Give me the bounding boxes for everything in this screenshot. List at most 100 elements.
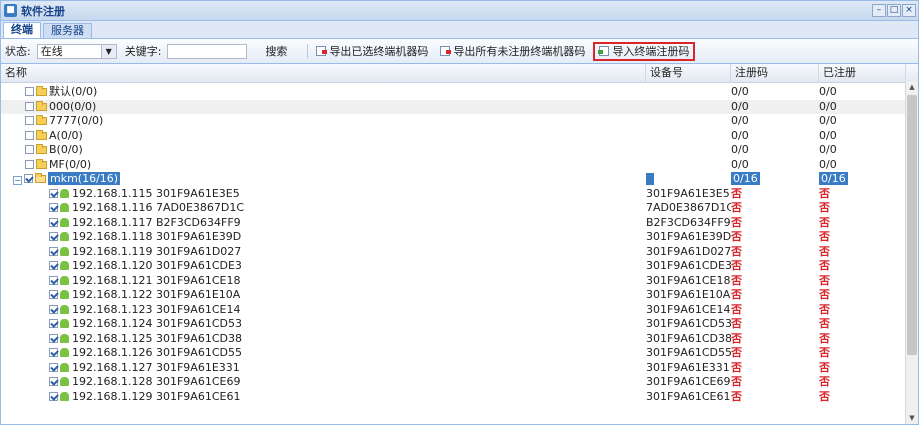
scroll-down-icon[interactable]: ▼ bbox=[906, 412, 918, 424]
code-cell: 否 bbox=[731, 215, 742, 229]
device-cell: 7AD0E3867D1C bbox=[646, 201, 731, 214]
checkbox[interactable] bbox=[49, 275, 58, 285]
registered-cell: 否 bbox=[819, 302, 830, 316]
minimize-icon[interactable]: – bbox=[872, 4, 886, 17]
export-icon bbox=[440, 46, 452, 56]
checkbox[interactable] bbox=[49, 319, 58, 328]
device-row[interactable]: 192.168.1.119 301F9A61D027 301F9A61D027 否否 bbox=[1, 245, 906, 259]
group-row[interactable]: 7777(0/0) 0/0 0/0 bbox=[1, 114, 906, 128]
export-selected-button[interactable]: 导出已选终端机器码 bbox=[312, 42, 432, 60]
device-row[interactable]: 192.168.1.122 301F9A61E10A 301F9A61E10A 否否 bbox=[1, 288, 906, 302]
device-cell: 301F9A61CDE3 bbox=[646, 259, 731, 272]
registered-cell: 0/0 bbox=[819, 157, 837, 171]
android-icon bbox=[60, 290, 69, 299]
device-row[interactable]: 192.168.1.115 301F9A61E3E5 301F9A61E3E5 否否 bbox=[1, 187, 906, 201]
device-name-cell: 192.168.1.123 301F9A61CE14 bbox=[1, 303, 694, 317]
checkbox[interactable] bbox=[49, 232, 58, 241]
group-row[interactable]: B(0/0) 0/0 0/0 bbox=[1, 143, 906, 157]
scroll-up-icon[interactable]: ▲ bbox=[906, 81, 918, 93]
registered-cell: 否 bbox=[819, 244, 830, 258]
group-name: B(0/0) bbox=[49, 143, 83, 156]
device-name-cell: 192.168.1.124 301F9A61CD53 bbox=[1, 317, 694, 331]
checkbox[interactable] bbox=[49, 362, 58, 372]
code-cell: 否 bbox=[731, 244, 742, 258]
code-cell: 0/0 bbox=[731, 157, 749, 171]
column-header-name[interactable]: 名称 bbox=[1, 64, 646, 82]
registered-cell: 否 bbox=[819, 389, 830, 403]
group-row-expanded[interactable]: − mkm(16/16) 0/16 0/16 bbox=[1, 172, 906, 186]
chevron-down-icon[interactable]: ▼ bbox=[100, 44, 116, 58]
search-button[interactable]: 搜索 bbox=[261, 42, 291, 60]
folder-icon bbox=[36, 86, 47, 96]
device-row[interactable]: 192.168.1.128 301F9A61CE69 301F9A61CE69 否否 bbox=[1, 375, 906, 389]
registered-cell: 否 bbox=[819, 273, 830, 287]
tab-terminal[interactable]: 终端 bbox=[3, 22, 41, 38]
checkbox[interactable] bbox=[25, 87, 34, 96]
registered-value: 0/16 bbox=[819, 172, 848, 185]
checkbox[interactable] bbox=[49, 203, 58, 212]
group-row[interactable]: A(0/0) 0/0 0/0 bbox=[1, 129, 906, 143]
device-row[interactable]: 192.168.1.124 301F9A61CD53 301F9A61CD53 否否 bbox=[1, 317, 906, 331]
maximize-icon[interactable]: □ bbox=[887, 4, 901, 17]
checkbox[interactable] bbox=[49, 333, 58, 343]
group-name: 000(0/0) bbox=[49, 99, 97, 113]
column-header-code[interactable]: 注册码 bbox=[731, 64, 819, 82]
keyword-label: 关键字: bbox=[124, 45, 162, 58]
checkbox[interactable] bbox=[24, 174, 33, 183]
code-cell: 0/0 bbox=[731, 114, 749, 127]
import-registration-button[interactable]: 导入终端注册码 bbox=[593, 41, 696, 61]
device-row[interactable]: 192.168.1.127 301F9A61E331 301F9A61E331 否否 bbox=[1, 361, 906, 375]
checkbox[interactable] bbox=[49, 391, 58, 401]
device-row[interactable]: 192.168.1.123 301F9A61CE14 301F9A61CE14 否否 bbox=[1, 303, 906, 317]
checkbox[interactable] bbox=[25, 145, 34, 154]
device-row[interactable]: 192.168.1.125 301F9A61CD38 301F9A61CD38 否否 bbox=[1, 332, 906, 346]
collapse-icon[interactable]: − bbox=[13, 176, 22, 185]
export-unregistered-button[interactable]: 导出所有未注册终端机器码 bbox=[436, 42, 589, 60]
checkbox[interactable] bbox=[25, 130, 34, 140]
import-registration-label: 导入终端注册码 bbox=[612, 45, 690, 58]
device-row[interactable]: 192.168.1.117 B2F3CD634FF9 B2F3CD634FF9 否否 bbox=[1, 216, 906, 230]
device-name: 192.168.1.120 301F9A61CDE3 bbox=[72, 259, 242, 272]
column-header-registered[interactable]: 已注册 bbox=[819, 64, 906, 82]
device-row[interactable]: 192.168.1.118 301F9A61E39D 301F9A61E39D 否否 bbox=[1, 230, 906, 244]
device-cell bbox=[646, 158, 731, 172]
registered-cell: 0/0 bbox=[819, 85, 837, 98]
device-name-cell: 192.168.1.127 301F9A61E331 bbox=[1, 361, 694, 375]
checkbox[interactable] bbox=[49, 246, 58, 256]
device-row[interactable]: 192.168.1.116 7AD0E3867D1C 7AD0E3867D1C 否否 bbox=[1, 201, 906, 215]
checkbox[interactable] bbox=[49, 290, 58, 299]
device-cell: 301F9A61CE61 bbox=[646, 389, 731, 403]
group-row[interactable]: 默认(0/0) 0/0 0/0 bbox=[1, 85, 906, 99]
device-cell: 301F9A61E331 bbox=[646, 360, 730, 374]
export-selected-label: 导出已选终端机器码 bbox=[329, 45, 429, 58]
folder-icon bbox=[36, 144, 47, 154]
group-row[interactable]: 000(0/0) 0/0 0/0 bbox=[1, 99, 906, 114]
android-icon bbox=[60, 333, 69, 343]
device-row[interactable]: 192.168.1.120 301F9A61CDE3 301F9A61CDE3 否否 bbox=[1, 259, 906, 273]
checkbox[interactable] bbox=[49, 304, 58, 314]
device-row[interactable]: 192.168.1.126 301F9A61CD55 301F9A61CD55 否否 bbox=[1, 346, 906, 360]
android-icon bbox=[60, 261, 69, 270]
checkbox[interactable] bbox=[49, 188, 58, 198]
android-icon bbox=[60, 203, 69, 212]
checkbox[interactable] bbox=[25, 101, 34, 111]
status-select[interactable]: 在线 ▼ bbox=[36, 43, 117, 59]
device-row[interactable]: 192.168.1.129 301F9A61CE61 301F9A61CE61 否否 bbox=[1, 390, 906, 404]
checkbox[interactable] bbox=[49, 348, 58, 357]
checkbox[interactable] bbox=[25, 159, 34, 169]
close-icon[interactable]: × bbox=[902, 4, 916, 17]
device-row[interactable]: 192.168.1.121 301F9A61CE18 301F9A61CE18 否否 bbox=[1, 274, 906, 288]
checkbox[interactable] bbox=[49, 217, 58, 227]
checkbox[interactable] bbox=[25, 116, 34, 125]
checkbox[interactable] bbox=[49, 261, 58, 270]
keyword-input[interactable] bbox=[167, 43, 248, 59]
column-header-device[interactable]: 设备号 bbox=[646, 64, 731, 82]
device-name-cell: 192.168.1.117 B2F3CD634FF9 bbox=[1, 216, 694, 230]
scrollbar-thumb[interactable] bbox=[907, 95, 917, 355]
vertical-scrollbar[interactable]: ▲ ▼ bbox=[905, 81, 918, 424]
device-name-cell: 192.168.1.129 301F9A61CE61 bbox=[1, 390, 694, 404]
registered-cell: 否 bbox=[819, 288, 830, 301]
checkbox[interactable] bbox=[49, 377, 58, 386]
group-row[interactable]: MF(0/0) 0/0 0/0 bbox=[1, 158, 906, 172]
tab-server[interactable]: 服务器 bbox=[43, 23, 92, 38]
